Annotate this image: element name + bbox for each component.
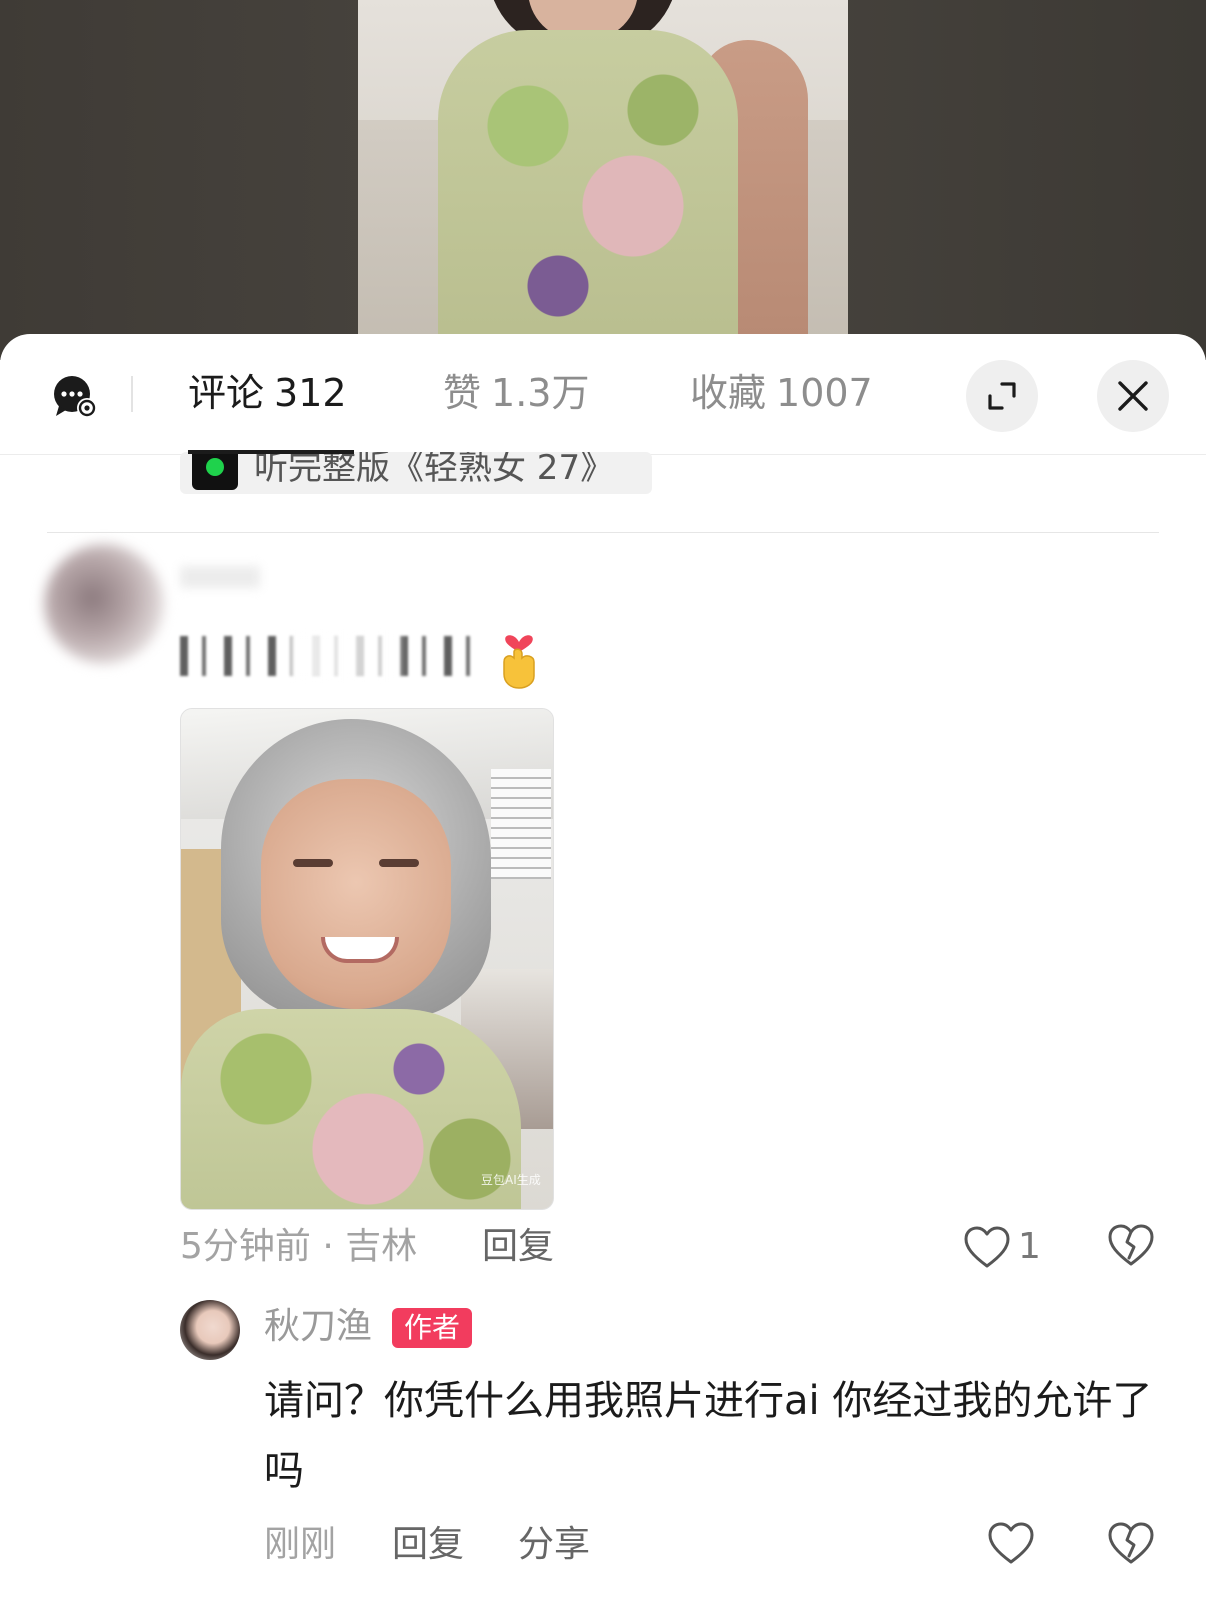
tab-favorites-count: 1007	[776, 371, 873, 415]
expand-button[interactable]	[966, 360, 1038, 432]
tab-likes[interactable]: 赞 1.3万	[443, 368, 589, 418]
close-button[interactable]	[1097, 360, 1169, 432]
finger-heart-emoji	[503, 635, 535, 689]
heart-icon[interactable]	[962, 1222, 1012, 1272]
comment-time-location: 5分钟前 · 吉林	[180, 1226, 418, 1267]
broken-heart-icon[interactable]	[1106, 1518, 1156, 1568]
tab-likes-label: 赞	[443, 371, 482, 415]
chat-settings-icon[interactable]	[50, 372, 100, 422]
tab-comments-count: 312	[274, 371, 347, 415]
heart-icon[interactable]	[986, 1518, 1036, 1568]
comment-tabbar: 评论 312 赞 1.3万 收藏 1007	[0, 334, 1206, 455]
header-divider	[131, 376, 133, 412]
comment-sheet: 评论 312 赞 1.3万 收藏 1007 听完整版《轻熟女 27》 豆包AI生…	[0, 334, 1206, 1608]
photo-air-conditioner	[491, 769, 551, 879]
author-avatar[interactable]	[180, 1300, 240, 1360]
reply-reply-button[interactable]: 回复	[392, 1520, 464, 1570]
avatar[interactable]	[44, 544, 164, 664]
tab-likes-count: 1.3万	[491, 371, 590, 415]
comment-image[interactable]: 豆包AI生成	[180, 708, 554, 1210]
music-tag[interactable]: 听完整版《轻熟女 27》	[180, 452, 652, 494]
expand-icon	[988, 382, 1016, 410]
author-username[interactable]: 秋刀渔	[264, 1302, 372, 1352]
reply-time: 刚刚	[264, 1524, 337, 1565]
author-badge: 作者	[392, 1308, 473, 1348]
music-app-icon	[192, 452, 238, 490]
reply-button[interactable]: 回复	[482, 1222, 554, 1272]
blur-overlay	[290, 630, 400, 682]
broken-heart-icon[interactable]	[1106, 1220, 1156, 1270]
photo-eye-right	[379, 859, 419, 867]
music-tag-text: 听完整版《轻熟女 27》	[254, 452, 615, 488]
blurred-username	[180, 566, 260, 588]
comment-separator	[47, 532, 1159, 533]
photo-floral-shirt	[181, 1009, 521, 1209]
tab-favorites-label: 收藏	[690, 371, 767, 415]
floral-shirt	[438, 30, 738, 340]
photo-face	[261, 779, 451, 1009]
ai-watermark: 豆包AI生成	[481, 1173, 541, 1187]
reply-share-button[interactable]: 分享	[518, 1520, 590, 1570]
tab-favorites[interactable]: 收藏 1007	[690, 368, 873, 418]
video-thumbnail[interactable]	[358, 0, 848, 340]
reply-text: 请问？你凭什么用我照片进行ai 你经过我的允许了吗	[264, 1378, 1153, 1494]
like-count: 1	[1018, 1226, 1041, 1267]
active-tab-indicator	[188, 450, 354, 454]
tab-comments[interactable]: 评论 312	[188, 368, 347, 418]
tab-comments-label: 评论	[188, 371, 265, 415]
photo-eye-left	[293, 859, 333, 867]
close-icon	[1118, 381, 1148, 411]
